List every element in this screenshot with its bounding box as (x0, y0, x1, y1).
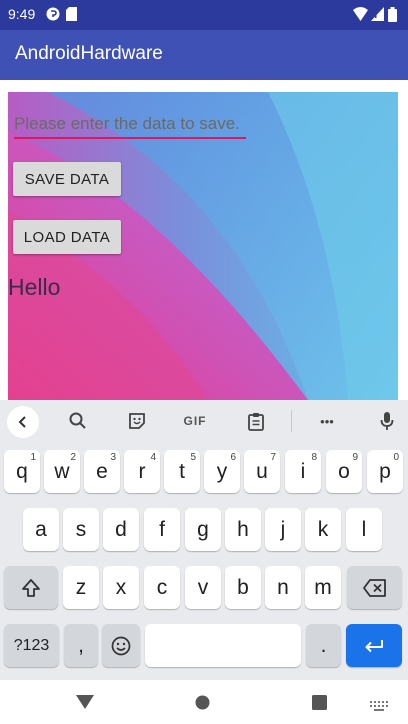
key-j[interactable]: j (265, 508, 301, 551)
recents-square-icon (312, 695, 327, 710)
key-g[interactable]: g (185, 508, 221, 551)
clipboard-icon (248, 412, 264, 431)
backspace-key[interactable] (347, 566, 402, 609)
content-area: Please enter the data to save. SAVE DATA… (8, 92, 398, 400)
key-f[interactable]: f (144, 508, 180, 551)
key-t[interactable]: t5 (164, 450, 200, 493)
comma-key[interactable]: , (64, 624, 98, 667)
wifi-icon (353, 7, 368, 22)
navigation-bar (0, 680, 408, 724)
emoji-key[interactable] (102, 624, 140, 667)
home-circle-icon (195, 695, 210, 710)
key-o[interactable]: o9 (326, 450, 362, 493)
chevron-left-icon (18, 416, 26, 428)
key-b[interactable]: b (225, 566, 261, 609)
back-triangle-icon (76, 695, 94, 709)
key-u[interactable]: u7 (244, 450, 280, 493)
key-v[interactable]: v (185, 566, 221, 609)
clipboard-button[interactable] (246, 411, 266, 431)
key-e[interactable]: e3 (84, 450, 120, 493)
key-m[interactable]: m (305, 566, 341, 609)
data-input[interactable]: Please enter the data to save. (14, 114, 240, 134)
voice-input-button[interactable] (378, 411, 396, 431)
key-w[interactable]: w2 (44, 450, 80, 493)
gif-button[interactable]: GIF (181, 411, 209, 431)
key-r[interactable]: r4 (124, 450, 160, 493)
battery-icon (388, 7, 397, 22)
key-s[interactable]: s (63, 508, 99, 551)
key-x[interactable]: x (103, 566, 139, 609)
shift-icon (22, 578, 40, 597)
backspace-icon (362, 578, 386, 597)
symbols-key[interactable]: ?123 (4, 624, 59, 667)
more-options-button[interactable]: ••• (314, 411, 340, 431)
toolbar-divider (291, 410, 292, 432)
key-a[interactable]: a (23, 508, 59, 551)
key-z[interactable]: z (63, 566, 99, 609)
sticker-icon (129, 413, 145, 429)
keyboard-switch-button[interactable] (370, 698, 388, 716)
sync-icon (46, 7, 60, 22)
key-q[interactable]: q1 (4, 450, 40, 493)
microphone-icon (380, 412, 394, 430)
search-icon (69, 412, 86, 429)
sticker-button[interactable] (127, 411, 147, 431)
nav-back-button[interactable] (76, 695, 94, 714)
nav-home-button[interactable] (195, 695, 210, 715)
output-text: Hello (8, 274, 61, 300)
keyboard-toolbar: GIF ••• (0, 400, 408, 442)
key-p[interactable]: p0 (367, 450, 403, 493)
cell-signal-icon (371, 7, 384, 22)
soft-keyboard: GIF ••• q1 w2 e3 r4 t5 y6 u7 i8 o9 p0 a … (0, 400, 408, 680)
load-data-button[interactable]: LOAD DATA (13, 220, 121, 254)
status-bar: 9:49 (0, 0, 408, 30)
key-n[interactable]: n (265, 566, 301, 609)
enter-icon (365, 639, 383, 652)
key-k[interactable]: k (305, 508, 341, 551)
screen: 9:49 AndroidHardware Please enter the da… (0, 0, 408, 724)
space-bar[interactable] (145, 624, 301, 667)
app-bar: AndroidHardware (0, 30, 408, 80)
period-key[interactable]: . (306, 624, 341, 667)
emoji-icon (111, 636, 131, 655)
search-button[interactable] (68, 411, 88, 431)
key-c[interactable]: c (144, 566, 180, 609)
status-time: 9:49 (8, 6, 36, 22)
key-i[interactable]: i8 (285, 450, 321, 493)
shift-key[interactable] (4, 566, 58, 609)
app-title: AndroidHardware (15, 43, 163, 64)
key-l[interactable]: l (346, 508, 382, 551)
save-data-button[interactable]: SAVE DATA (13, 162, 121, 196)
enter-key[interactable] (346, 624, 402, 667)
nav-recents-button[interactable] (312, 695, 327, 715)
input-underline (14, 137, 246, 139)
key-y[interactable]: y6 (204, 450, 240, 493)
key-h[interactable]: h (225, 508, 261, 551)
key-d[interactable]: d (103, 508, 139, 551)
sd-card-icon (66, 7, 77, 22)
toolbar-back-button[interactable] (7, 406, 39, 438)
keyboard-icon (370, 701, 388, 711)
